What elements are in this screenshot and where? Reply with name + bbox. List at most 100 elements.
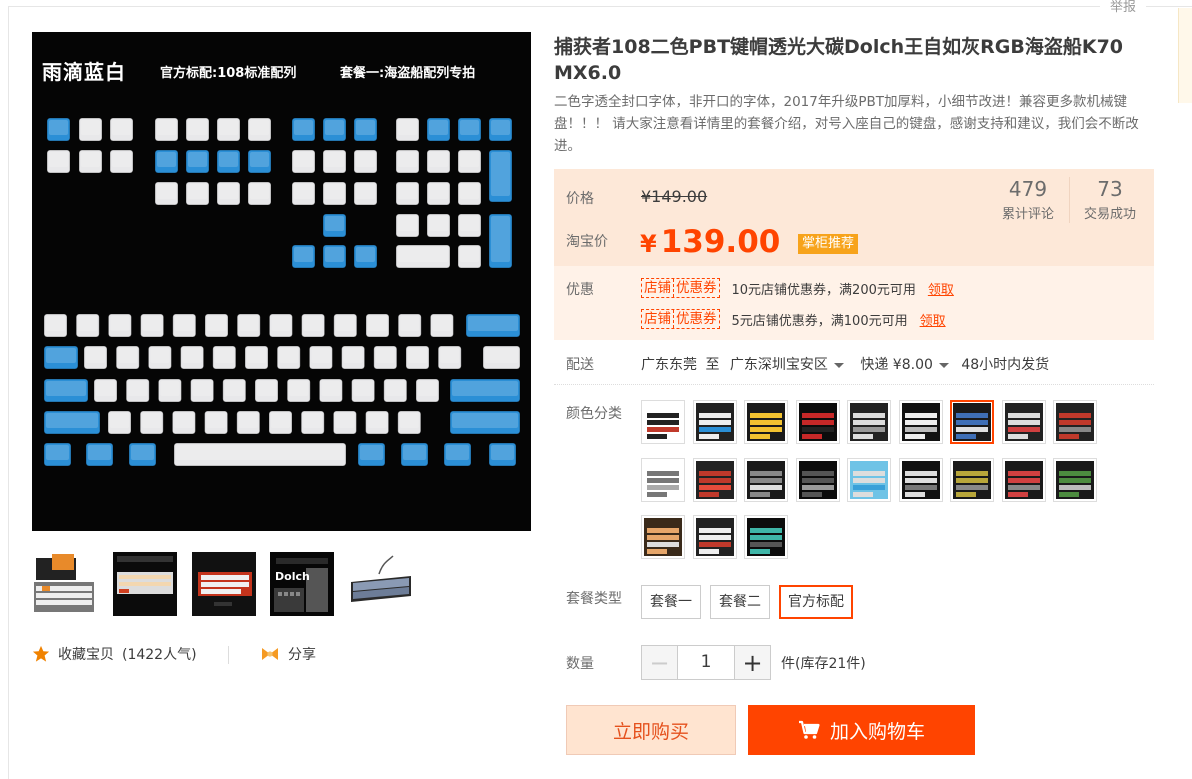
- keycap-highlight: [468, 316, 518, 331]
- chevron-down-icon: [938, 362, 949, 368]
- color-swatch-5[interactable]: [847, 400, 891, 444]
- keycap-highlight: [303, 316, 323, 331]
- claim-coupon-link[interactable]: 领取: [920, 310, 946, 329]
- thumbnail-4[interactable]: Dolch: [270, 552, 334, 616]
- color-swatch-17[interactable]: [1001, 457, 1046, 502]
- keycap-highlight: [142, 316, 162, 331]
- keycap-highlight: [460, 216, 479, 231]
- keycap-highlight: [325, 120, 344, 135]
- reviews-count: 479: [1008, 177, 1048, 201]
- coupon-badge-right: 优惠券: [676, 280, 717, 296]
- keycap-highlight: [188, 184, 207, 199]
- swatch-image: [901, 460, 940, 499]
- color-swatch-3[interactable]: [744, 400, 788, 444]
- keycap-highlight: [356, 184, 375, 199]
- keycap-highlight: [460, 247, 479, 262]
- keycap-highlight: [46, 348, 76, 363]
- color-swatch-8[interactable]: [1001, 400, 1046, 444]
- color-swatch-4[interactable]: [795, 400, 840, 444]
- ship-to-select[interactable]: 广东深圳宝安区: [730, 357, 848, 373]
- keycap-highlight: [157, 184, 176, 199]
- taobao-price-label: 淘宝价: [566, 234, 608, 250]
- keycap-highlight: [128, 381, 148, 396]
- original-price: ¥149.00: [641, 187, 708, 206]
- thumbnail-5[interactable]: [349, 552, 413, 616]
- shipping-label: 配送: [566, 357, 594, 373]
- color-swatch-19[interactable]: [641, 515, 685, 559]
- product-title: 捕获者108二色PBT键帽透光大碳Dolch王自如灰RGB海盗船K70 MX6.…: [554, 36, 1124, 84]
- coupon-text: 5元店铺优惠券，满100元可用: [731, 313, 908, 329]
- package-option-3[interactable]: 官方标配: [779, 585, 853, 619]
- keycap-highlight: [343, 348, 363, 363]
- package-option-1[interactable]: 套餐一: [641, 585, 701, 619]
- keycap-highlight: [460, 120, 479, 135]
- keycap-highlight: [250, 120, 269, 135]
- swatch-image: [695, 403, 734, 441]
- color-swatch-9[interactable]: [1053, 400, 1097, 444]
- color-swatch-1[interactable]: [641, 400, 685, 444]
- keycap-highlight: [182, 348, 202, 363]
- swatch-image: [747, 518, 785, 556]
- keycap-highlight: [96, 381, 115, 396]
- keycap-highlight: [294, 152, 313, 167]
- deals-stat: 73 交易成功: [1078, 177, 1142, 222]
- shipping-row: 配送 广东东莞 至 广东深圳宝安区 快递 ¥8.00 48小时内发货: [554, 351, 1154, 385]
- decrease-button[interactable]: −: [642, 646, 677, 679]
- keycap-highlight: [112, 120, 131, 135]
- main-product-image[interactable]: 雨滴蓝白 官方标配:108标准配列 套餐一:海盗船配列专拍: [32, 32, 531, 531]
- swatch-image: [644, 460, 682, 499]
- cart-icon: [798, 720, 820, 739]
- buy-now-button[interactable]: 立即购买: [566, 705, 736, 755]
- favorite-button[interactable]: 收藏宝贝 (1422人气): [32, 644, 197, 664]
- thumbnail-3[interactable]: [192, 552, 256, 616]
- keycap-highlight: [325, 216, 344, 231]
- stat-divider: [1069, 177, 1070, 223]
- report-link[interactable]: 举报: [1100, 0, 1147, 15]
- reviews-stat[interactable]: 479 累计评论: [994, 177, 1062, 222]
- color-swatch-14[interactable]: [847, 457, 891, 502]
- thumbnail-2[interactable]: [113, 552, 177, 616]
- quantity-input[interactable]: 1: [677, 646, 735, 679]
- increase-button[interactable]: +: [735, 646, 770, 679]
- keycap-highlight: [118, 348, 138, 363]
- action-divider: [228, 646, 229, 664]
- keycap-highlight: [429, 152, 448, 167]
- color-swatch-15[interactable]: [898, 457, 943, 502]
- keycap-highlight: [440, 348, 460, 363]
- keycap-highlight: [257, 381, 276, 396]
- color-swatch-20[interactable]: [692, 515, 737, 559]
- add-to-cart-button[interactable]: 加入购物车: [748, 705, 975, 755]
- color-swatch-10[interactable]: [641, 457, 685, 502]
- color-swatch-18[interactable]: [1053, 457, 1097, 502]
- share-button[interactable]: 分享: [260, 644, 316, 664]
- keycap-highlight: [325, 152, 344, 167]
- banner-name: 雨滴蓝白: [42, 60, 126, 84]
- swatch-image: [695, 460, 734, 499]
- color-swatch-21[interactable]: [744, 515, 788, 559]
- color-swatch-16[interactable]: [950, 457, 994, 502]
- color-swatch-11[interactable]: [692, 457, 737, 502]
- ship-method-select[interactable]: 快递 ¥8.00: [860, 357, 953, 373]
- keycap-highlight: [356, 120, 375, 135]
- thumbnail-1[interactable]: [32, 552, 96, 616]
- keycap-highlight: [485, 348, 518, 363]
- keycap-highlight: [491, 120, 510, 135]
- share-icon: [262, 648, 278, 660]
- color-swatch-7[interactable]: [950, 400, 994, 444]
- color-swatch-6[interactable]: [898, 400, 943, 444]
- color-swatch-12[interactable]: [744, 457, 788, 502]
- keycap-highlight: [219, 152, 238, 167]
- swatch-image: [747, 403, 785, 441]
- keycap-highlight: [219, 184, 238, 199]
- color-swatch-2[interactable]: [692, 400, 737, 444]
- gallery-actions: 收藏宝贝 (1422人气) 分享: [32, 644, 352, 668]
- keycap-highlight: [408, 348, 427, 363]
- claim-coupon-link[interactable]: 领取: [928, 279, 954, 298]
- keycap-highlight: [49, 152, 68, 167]
- keycap-highlight: [294, 184, 313, 199]
- color-swatch-13[interactable]: [795, 457, 840, 502]
- keycap-highlight: [429, 120, 448, 135]
- package-option-2[interactable]: 套餐二: [710, 585, 770, 619]
- ship-to: 广东深圳宝安区: [729, 357, 828, 373]
- product-subtitle: 二色字透全封口字体，非开口的字体，2017年升级PBT加厚料，小细节改进！兼容更…: [554, 94, 1139, 154]
